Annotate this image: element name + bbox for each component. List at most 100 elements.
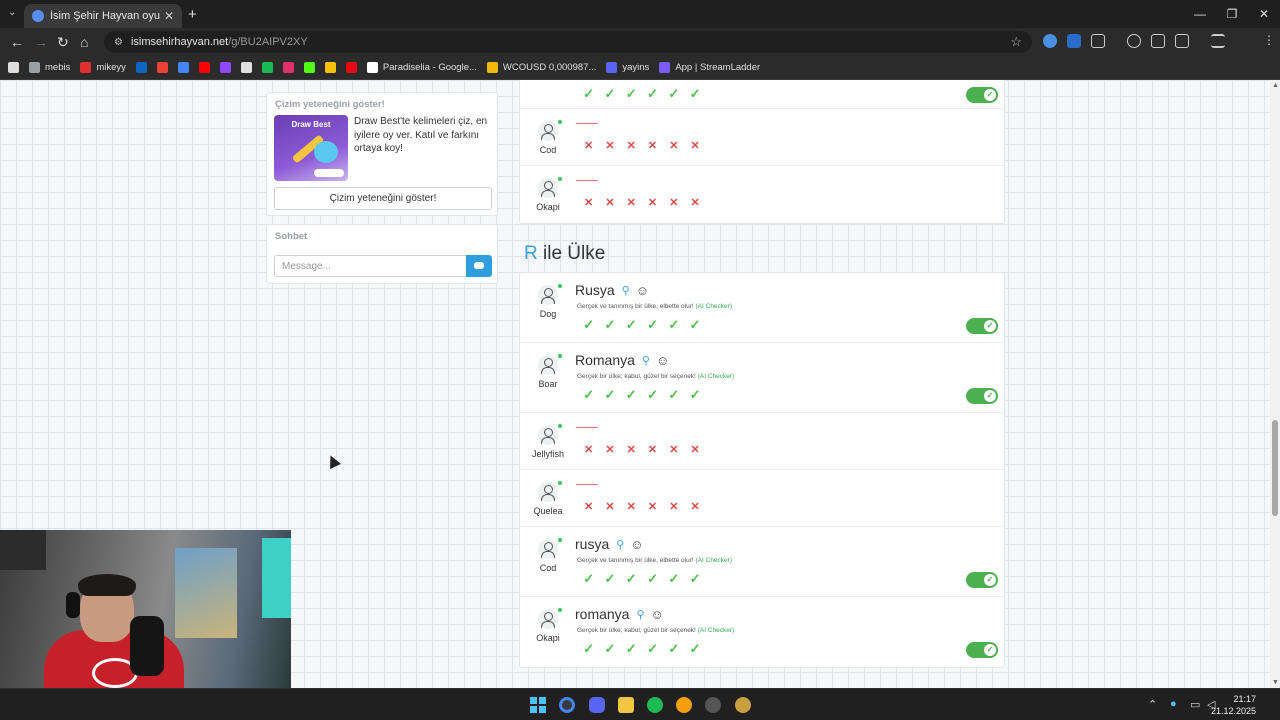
show-drawing-skill-button[interactable]: Çizim yeteneğini göster! (274, 187, 492, 210)
reject-x-icon: ✕ (690, 140, 700, 152)
online-status-dot (558, 354, 562, 358)
tray-chevron-icon[interactable]: ⌃ (1148, 698, 1157, 711)
bookmark-label: App | StreamLadder (675, 62, 761, 73)
network-icon[interactable]: ▭ (1190, 698, 1200, 711)
app-icon[interactable] (676, 697, 692, 713)
answer-word: Romanya ⚲ ☺ (575, 352, 669, 368)
approve-check-icon: ✓ (668, 641, 680, 656)
home-icon[interactable]: ⌂ (80, 34, 88, 50)
obs-icon[interactable] (705, 697, 721, 713)
bookmark-item[interactable]: yayins (606, 62, 649, 73)
approve-toggle[interactable] (966, 642, 998, 658)
player-avatar-icon (538, 482, 558, 502)
bookmark-item[interactable] (324, 62, 336, 73)
bookmark-item[interactable]: App | StreamLadder (659, 62, 760, 73)
approve-toggle[interactable] (966, 572, 998, 588)
answer-text: Romanya (575, 352, 635, 368)
search-icon[interactable]: ⚲ (642, 354, 650, 367)
empty-answer-dash (576, 180, 598, 181)
password-key-icon[interactable] (1127, 34, 1141, 48)
tab-close-icon[interactable]: ✕ (164, 9, 174, 23)
spotify-icon[interactable] (647, 697, 663, 713)
bookmark-item[interactable]: mikeyy (80, 62, 126, 73)
tab-strip: ⌄ İsim Şehir Hayvan oyununa katı ✕ + — ❐… (0, 0, 1280, 28)
close-window-button[interactable]: ✕ (1248, 0, 1280, 28)
chat-message-input[interactable] (274, 255, 466, 277)
answer-row: Okapi romanya ⚲ ☺ Gerçek bir ülke; kabul, gü… (520, 597, 1004, 667)
page-scrollbar[interactable]: ▲ ▼ (1270, 80, 1280, 688)
bookmark-item[interactable] (177, 62, 189, 73)
reload-icon[interactable]: ↻ (57, 34, 69, 51)
bookmark-item[interactable] (135, 62, 147, 73)
approve-check-icon: ✓ (583, 387, 595, 402)
answer-row: Dog Rusya ⚲ ☺ Gerçek ve tanınmış bir ülke, e… (520, 273, 1004, 343)
browser-tab[interactable]: İsim Şehir Hayvan oyununa katı ✕ (24, 4, 182, 28)
bookmark-item[interactable] (198, 62, 210, 73)
bookmark-item[interactable] (156, 62, 168, 73)
bookmark-item[interactable] (240, 62, 252, 73)
tab-search-chevron-icon[interactable]: ⌄ (8, 7, 16, 18)
ai-note-text: Gerçek ve tanınmış bir ülke, elbette olu… (577, 303, 694, 310)
player-name: Boar (538, 379, 558, 389)
minimize-button[interactable]: — (1184, 0, 1216, 28)
smile-icon[interactable]: ☺ (636, 283, 649, 298)
new-tab-button[interactable]: + (188, 6, 197, 23)
smile-icon[interactable]: ☺ (630, 537, 643, 552)
bookmark-star-icon[interactable]: ☆ (1010, 34, 1022, 50)
answer-row: Jellyfish ✕ ✕ ✕ ✕ ✕ ✕ (520, 413, 1004, 470)
app-icon[interactable] (735, 697, 751, 713)
bookmark-item[interactable]: WCOUSD 0,000987... (486, 62, 596, 73)
scroll-down-icon[interactable]: ▼ (1272, 679, 1279, 686)
discord-icon[interactable] (589, 697, 605, 713)
bookmark-item[interactable] (261, 62, 273, 73)
approve-check-icon: ✓ (647, 317, 658, 332)
start-windows-icon[interactable] (530, 697, 546, 713)
search-icon[interactable]: ⚲ (616, 538, 624, 551)
approve-check-icon: ✓ (625, 571, 637, 586)
smile-icon[interactable]: ☺ (651, 607, 664, 622)
approve-toggle[interactable] (966, 318, 998, 334)
bookmark-item[interactable] (303, 62, 315, 73)
scrollbar-thumb[interactable] (1272, 420, 1278, 516)
address-bar[interactable]: ⚙ isimsehirhayvan.net /g/BU2AIPV2XY ☆ (104, 31, 1032, 53)
bookmark-item[interactable] (282, 62, 294, 73)
extension-icon[interactable] (1067, 34, 1081, 48)
webcam-wall-poster (175, 548, 237, 638)
approve-check-icon: ✓ (604, 317, 616, 332)
link-icon[interactable] (1151, 34, 1165, 48)
bookmark-item[interactable]: Paradiselia - Google... (366, 62, 477, 73)
approve-toggle[interactable] (966, 388, 998, 404)
extensions-puzzle-icon[interactable] (1091, 34, 1105, 48)
back-arrow-icon[interactable]: ← (10, 34, 24, 50)
send-message-button[interactable] (466, 255, 492, 277)
maximize-button[interactable]: ❐ (1216, 0, 1248, 28)
draw-best-image[interactable]: Draw Best (274, 115, 348, 181)
approve-toggle[interactable] (966, 87, 998, 103)
menu-kebab-icon[interactable]: ⋮ (1262, 33, 1276, 47)
file-explorer-icon[interactable] (618, 697, 634, 713)
chrome-icon[interactable] (559, 697, 575, 713)
apps-grid-icon[interactable] (8, 62, 19, 73)
forward-arrow-icon[interactable]: → (34, 34, 48, 50)
vote-marks: ✕ ✕ ✕ ✕ ✕ ✕ (578, 443, 706, 456)
extension-icon[interactable] (1043, 34, 1057, 48)
vote-marks: ✓ ✓ ✓ ✓ ✓ ✓ (578, 317, 706, 333)
search-icon[interactable]: ⚲ (636, 608, 644, 621)
translate-icon[interactable] (1175, 34, 1189, 48)
ai-note-text: Gerçek bir ülke; kabul, güzel bir seçene… (577, 627, 696, 634)
system-clock[interactable]: 21:17 21.12.2025 (1211, 693, 1256, 717)
badge-pill (314, 169, 344, 177)
bookmark-item[interactable] (345, 62, 357, 73)
media-controls-icon[interactable] (1211, 34, 1225, 48)
search-icon[interactable]: ⚲ (622, 284, 630, 297)
smile-icon[interactable]: ☺ (656, 353, 669, 368)
ai-checker-label: (AI Checker) (695, 303, 732, 310)
microphone-tray-icon[interactable]: ● (1170, 698, 1177, 710)
scroll-up-icon[interactable]: ▲ (1272, 82, 1279, 89)
approve-check-icon: ✓ (647, 86, 658, 101)
bookmark-item[interactable] (219, 62, 231, 73)
bookmark-favicon-icon (240, 62, 252, 73)
bookmark-item[interactable]: mebis (29, 62, 70, 73)
site-info-icon[interactable]: ⚙ (114, 37, 123, 48)
approve-check-icon: ✓ (668, 571, 680, 586)
